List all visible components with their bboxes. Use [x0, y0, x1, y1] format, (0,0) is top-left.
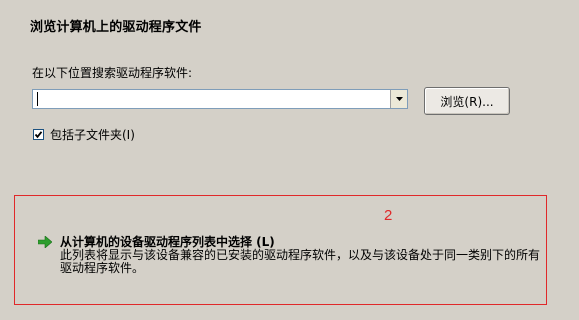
- include-subfolders-checkbox[interactable]: [33, 129, 44, 140]
- include-subfolders-option[interactable]: 包括子文件夹(I): [33, 126, 135, 143]
- include-subfolders-label: 包括子文件夹(I): [50, 128, 135, 142]
- search-location-label: 在以下位置搜索驱动程序软件:: [32, 66, 193, 80]
- green-arrow-icon: [38, 236, 52, 248]
- path-dropdown-button[interactable]: [390, 90, 407, 108]
- browse-button[interactable]: 浏览(R)...: [424, 87, 510, 115]
- annotation-number: 2: [384, 207, 393, 224]
- pick-from-list-description: 此列表将显示与该设备兼容的已安装的驱动程序软件，以及与该设备处于同一类别下的所有…: [60, 248, 541, 275]
- dropdown-arrow-icon: [395, 97, 403, 101]
- text-cursor: [37, 92, 38, 106]
- page-title: 浏览计算机上的驱动程序文件: [30, 20, 202, 35]
- browse-driver-page: 浏览计算机上的驱动程序文件 在以下位置搜索驱动程序软件: 浏览(R)... 包括…: [0, 0, 579, 320]
- checkmark-icon: [34, 131, 43, 139]
- driver-path-input[interactable]: [33, 90, 389, 108]
- driver-path-combobox[interactable]: [32, 89, 408, 109]
